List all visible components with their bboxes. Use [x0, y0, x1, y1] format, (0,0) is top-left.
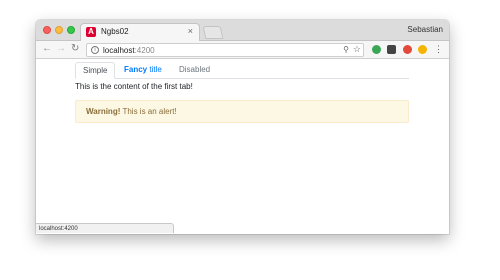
search-icon[interactable]: ⚲ — [343, 45, 349, 54]
back-arrow-icon[interactable]: ← — [42, 44, 52, 54]
url-host: localhost — [103, 46, 135, 55]
browser-tab-title: Ngbs02 — [101, 27, 129, 36]
pinterest-icon[interactable] — [403, 45, 412, 54]
title-bar: A Ngbs02 × Sebastian — [36, 20, 449, 41]
reload-icon[interactable]: ↻ — [71, 44, 79, 54]
warning-alert: Warning! This is an alert! — [75, 100, 409, 123]
url-text[interactable]: localhost:4200 — [103, 46, 155, 55]
forward-arrow-icon[interactable]: → — [56, 44, 66, 54]
alert-strong: Warning! — [86, 107, 121, 116]
close-window-button[interactable] — [43, 26, 51, 34]
address-bar[interactable]: i localhost:4200 ⚲ ☆ — [86, 43, 364, 57]
browser-toolbar: ← → ↻ i localhost:4200 ⚲ ☆ ⋮ — [36, 41, 449, 59]
angular-favicon-icon: A — [86, 27, 96, 37]
minimize-window-button[interactable] — [55, 26, 63, 34]
url-port: :4200 — [134, 46, 155, 55]
tab-fancy-bold: Fancy — [124, 65, 148, 74]
extension-shield-icon[interactable] — [387, 45, 396, 54]
tab-fancy-title[interactable]: Fancy title — [117, 62, 169, 79]
extension-green-icon[interactable] — [372, 45, 381, 54]
extension-yellow-icon[interactable] — [418, 45, 427, 54]
status-bar: localhost:4200 — [36, 223, 174, 233]
tab-content-text: This is the content of the first tab! — [75, 82, 193, 91]
profile-name[interactable]: Sebastian — [407, 25, 443, 34]
info-icon[interactable]: i — [91, 46, 99, 54]
new-tab-button[interactable] — [202, 26, 224, 39]
tab-simple[interactable]: Simple — [75, 62, 116, 79]
alert-text: This is an alert! — [120, 107, 177, 116]
tab-fancy-rest: title — [147, 65, 162, 74]
browser-window: A Ngbs02 × Sebastian ← → ↻ i localhost:4… — [36, 20, 449, 234]
browser-tab-active[interactable]: A Ngbs02 × — [80, 23, 200, 41]
maximize-window-button[interactable] — [67, 26, 75, 34]
tabset: Simple Fancy title Disabled — [75, 62, 409, 79]
bookmark-star-icon[interactable]: ☆ — [353, 44, 361, 55]
page-viewport: Simple Fancy title Disabled This is the … — [36, 59, 449, 233]
kebab-menu-icon[interactable]: ⋮ — [434, 44, 443, 54]
tab-close-icon[interactable]: × — [188, 26, 193, 36]
tab-disabled: Disabled — [179, 65, 211, 74]
